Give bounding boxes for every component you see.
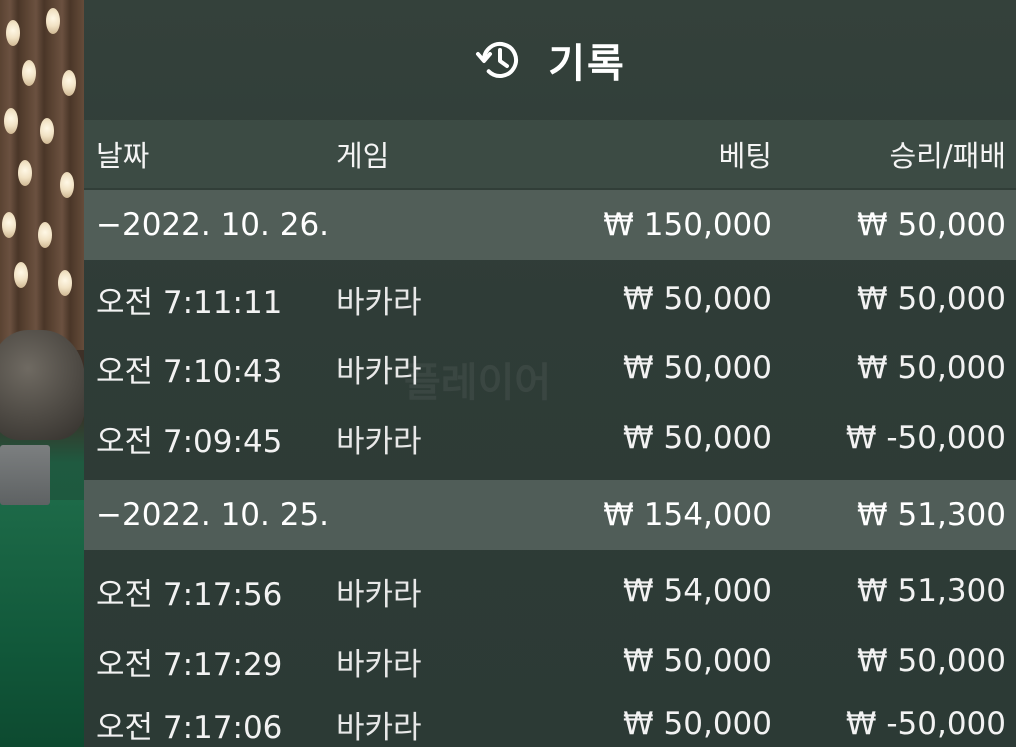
date-group-row[interactable]: −2022. 10. 26. ₩ 150,000 ₩ 50,000 xyxy=(84,190,1016,260)
table-felt xyxy=(0,500,90,747)
row-win-loss: ₩ 51,300 xyxy=(857,573,1006,609)
row-time: 오전 7:17:29 xyxy=(96,646,283,683)
row-game: 바카라 xyxy=(336,353,422,390)
history-panel: 기록 플레이어 날짜 게임 베팅 승리/패배 −2022. 10. 26. ₩ … xyxy=(84,0,1016,747)
row-win-loss: ₩ 51,300 xyxy=(857,497,1006,533)
table-header-row: 날짜 게임 베팅 승리/패배 xyxy=(84,120,1016,188)
history-icon xyxy=(476,42,519,78)
table-row[interactable]: 오전 7:17:29 바카라 ₩ 50,000 ₩ 50,000 xyxy=(84,626,1016,696)
rock-decoration xyxy=(0,330,85,440)
table-row[interactable]: 오전 7:09:45 바카라 ₩ 50,000 ₩ -50,000 xyxy=(84,403,1016,473)
column-header-bet: 베팅 xyxy=(718,139,772,173)
row-game: 바카라 xyxy=(336,709,422,746)
row-time: 오전 7:10:43 xyxy=(96,353,283,390)
row-date: −2022. 10. 26. xyxy=(96,207,330,243)
row-win-loss: ₩ 50,000 xyxy=(857,207,1006,243)
row-game: 바카라 xyxy=(336,646,422,683)
row-game: 바카라 xyxy=(336,576,422,613)
row-game: 바카라 xyxy=(336,284,422,321)
column-header-game: 게임 xyxy=(336,139,390,173)
row-bet: ₩ 150,000 xyxy=(603,207,772,243)
row-win-loss: ₩ 50,000 xyxy=(857,643,1006,679)
table-row[interactable]: 오전 7:17:06 바카라 ₩ 50,000 ₩ -50,000 xyxy=(84,694,1016,747)
row-bet: ₩ 50,000 xyxy=(623,420,772,456)
row-bet: ₩ 50,000 xyxy=(623,643,772,679)
column-header-date: 날짜 xyxy=(96,139,150,173)
row-win-loss: ₩ -50,000 xyxy=(845,706,1006,742)
row-bet: ₩ 154,000 xyxy=(603,497,772,533)
table-row[interactable]: 오전 7:11:11 바카라 ₩ 50,000 ₩ 50,000 xyxy=(84,264,1016,334)
curtain-lights xyxy=(0,0,90,350)
date-group-row[interactable]: −2022. 10. 25. ₩ 154,000 ₩ 51,300 xyxy=(84,480,1016,550)
table-row[interactable]: 오전 7:10:43 바카라 ₩ 50,000 ₩ 50,000 xyxy=(84,333,1016,403)
column-header-win-loss: 승리/패배 xyxy=(889,139,1007,173)
card-shoe xyxy=(0,445,50,505)
table-row[interactable]: 오전 7:17:56 바카라 ₩ 54,000 ₩ 51,300 xyxy=(84,556,1016,626)
row-win-loss: ₩ 50,000 xyxy=(857,350,1006,386)
row-time: 오전 7:11:11 xyxy=(96,284,283,321)
row-date: −2022. 10. 25. xyxy=(96,497,330,533)
row-win-loss: ₩ 50,000 xyxy=(857,281,1006,317)
background-casino-scene xyxy=(0,0,90,747)
row-time: 오전 7:17:06 xyxy=(96,709,283,746)
row-game: 바카라 xyxy=(336,423,422,460)
row-bet: ₩ 50,000 xyxy=(623,350,772,386)
row-time: 오전 7:09:45 xyxy=(96,423,283,460)
row-bet: ₩ 54,000 xyxy=(623,573,772,609)
row-time: 오전 7:17:56 xyxy=(96,576,283,613)
row-bet: ₩ 50,000 xyxy=(623,281,772,317)
panel-header: 기록 xyxy=(84,0,1016,120)
row-win-loss: ₩ -50,000 xyxy=(845,420,1006,456)
row-bet: ₩ 50,000 xyxy=(623,706,772,742)
page-title: 기록 xyxy=(548,41,626,87)
